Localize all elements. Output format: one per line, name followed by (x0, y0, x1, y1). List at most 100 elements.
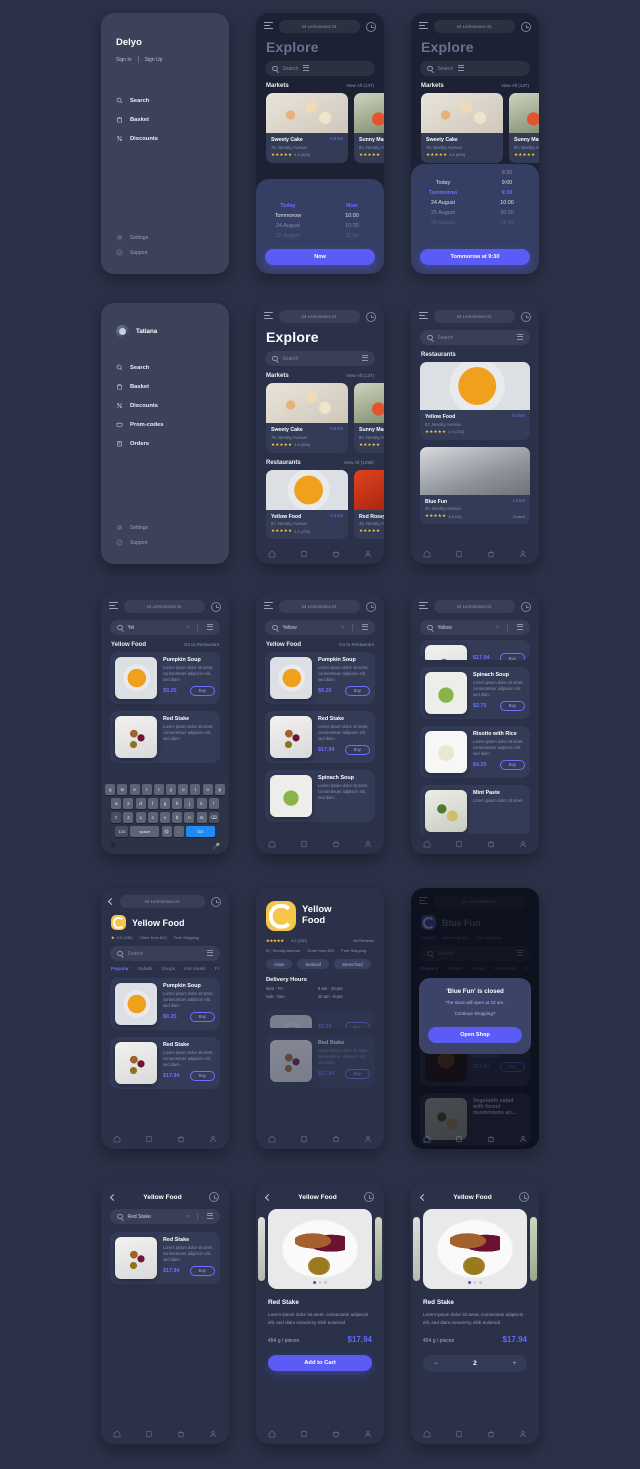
dish-row[interactable]: Red Stake Lorem ipsum dolor sit amet, co… (110, 711, 220, 763)
restaurant-card[interactable]: Yellow Food 0.4 km 57, Nevsky Avenue ★★★… (266, 469, 348, 539)
key-g[interactable]: g (160, 798, 170, 809)
profile-icon[interactable] (364, 550, 372, 558)
key-o[interactable]: o (202, 784, 213, 795)
view-all-link[interactable]: View All (137) (501, 83, 529, 88)
sign-up-link[interactable]: Sign Up (145, 57, 163, 63)
cuisine-chips[interactable]: Asian Seafood Street food (256, 953, 384, 969)
buy-button[interactable]: Buy (499, 700, 525, 711)
key-n[interactable]: n (184, 812, 195, 823)
drawer-item-support[interactable]: Support (116, 249, 148, 256)
filter-icon[interactable] (517, 624, 523, 631)
drawer-item-settings[interactable]: Settings (116, 234, 148, 241)
keyboard-row-1[interactable]: q w e r t y u i o p (104, 784, 226, 795)
basket-icon[interactable] (487, 840, 495, 848)
hamburger-icon[interactable] (419, 601, 428, 612)
key-go[interactable]: Go (185, 826, 215, 837)
hamburger-icon[interactable] (109, 601, 118, 612)
clock-icon[interactable] (521, 311, 531, 322)
quantity-stepper[interactable]: − 2 + (423, 1355, 527, 1373)
drawer-item-prom-codes[interactable]: Prom-codes (116, 421, 229, 428)
drawer-item-support[interactable]: Support (116, 539, 148, 546)
all-reviews-link[interactable]: All Reviews (353, 938, 374, 943)
key-a[interactable]: a (111, 798, 122, 809)
bottom-nav[interactable] (256, 834, 384, 854)
filter-icon[interactable] (207, 1213, 213, 1220)
add-to-cart-button[interactable]: Add to Cart (268, 1355, 372, 1372)
key-m[interactable]: m (196, 812, 207, 823)
picker-row[interactable]: 26 August 11:00 (411, 218, 539, 228)
search-input[interactable]: Red Stake × (110, 1209, 220, 1224)
mic-icon[interactable]: 🎤 (213, 843, 220, 850)
hamburger-icon[interactable] (419, 21, 428, 32)
dish-row[interactable]: Spinach Soup Lorem ipsum dolor sit amet,… (420, 667, 530, 719)
category-tabs[interactable]: Popular Salads Soups Hot meals Fi (101, 961, 229, 972)
orders-icon[interactable] (455, 550, 463, 558)
location-pill[interactable]: 44 Lermontova St. (279, 310, 360, 323)
restaurant-card[interactable]: Red Rossy 36, Nevsky Avenue ★★★★★ (354, 469, 384, 539)
picker-row[interactable]: Today 9:00 (411, 178, 539, 188)
basket-icon[interactable] (177, 1430, 185, 1438)
search-input[interactable]: Yellow × (265, 620, 375, 635)
buy-button[interactable]: Buy (344, 1022, 370, 1028)
open-shop-button[interactable]: Open Shop (428, 1026, 522, 1043)
key-s[interactable]: s (123, 798, 134, 809)
clock-icon[interactable] (366, 21, 376, 32)
emoji-icon[interactable]: ☺ (110, 843, 116, 850)
dot-active[interactable] (468, 1281, 471, 1284)
auth-links[interactable]: Sign In Sign Up (101, 48, 229, 63)
picker-row[interactable]: Tommorow 10:00 (256, 211, 384, 221)
hamburger-icon[interactable] (264, 21, 273, 32)
filter-icon[interactable] (362, 624, 368, 631)
back-icon[interactable] (419, 1193, 428, 1201)
profile-icon[interactable] (209, 1135, 217, 1143)
home-icon[interactable] (113, 1135, 121, 1143)
key-e[interactable]: e (129, 784, 140, 795)
key-f[interactable]: f (147, 798, 158, 809)
drawer-item-discounts[interactable]: Discounts (116, 135, 229, 142)
key-u[interactable]: u (178, 784, 189, 795)
backspace-icon[interactable]: ⌫ (208, 812, 219, 823)
drawer-item-search[interactable]: Search (116, 97, 229, 104)
gallery-prev-thumb[interactable] (413, 1217, 420, 1281)
profile-icon[interactable] (519, 550, 527, 558)
bottom-nav[interactable] (256, 544, 384, 564)
home-icon[interactable] (268, 1135, 276, 1143)
drawer-footer[interactable]: Settings Support (116, 524, 148, 554)
bottom-nav[interactable] (411, 544, 539, 564)
gallery-prev-thumb[interactable] (258, 1217, 265, 1281)
profile-icon[interactable] (209, 1430, 217, 1438)
picker-row-selected[interactable]: Today Now (256, 201, 384, 211)
back-icon[interactable] (109, 1193, 118, 1201)
profile-icon[interactable] (519, 1430, 527, 1438)
orders-icon[interactable] (145, 1430, 153, 1438)
clock-icon[interactable] (366, 311, 376, 322)
key-numbers[interactable]: 123 (115, 826, 129, 837)
key-v[interactable]: v (160, 812, 170, 823)
home-icon[interactable] (423, 1135, 431, 1143)
product-gallery[interactable] (258, 1209, 382, 1289)
tab-soups[interactable]: Soups (162, 967, 176, 972)
bottom-nav[interactable] (256, 1424, 384, 1444)
drawer-item-basket[interactable]: Basket (116, 383, 229, 390)
clock-icon[interactable] (519, 1192, 529, 1202)
back-icon[interactable] (264, 1193, 273, 1201)
restaurants-list[interactable]: Yellow Food 0.4 km 57, Nevsky Avenue ★★★… (256, 469, 384, 539)
clear-icon[interactable]: × (341, 625, 344, 631)
key-h[interactable]: h (172, 798, 183, 809)
key-w[interactable]: w (117, 784, 128, 795)
markets-list[interactable]: Sweety Cake 76, Nevsky Avenue ★★★★★ 4.6 … (411, 93, 539, 163)
restaurant-card[interactable]: Yellow Food 0.4 km 57, Nevsky Avenue ★★★… (420, 362, 530, 440)
buy-button[interactable]: Buy (189, 1011, 215, 1022)
basket-icon[interactable] (487, 1135, 495, 1143)
buy-button[interactable]: Buy (499, 653, 525, 660)
home-icon[interactable] (423, 550, 431, 558)
key-i[interactable]: i (190, 784, 201, 795)
schedule-picker[interactable]: 8:30 Today 9:00 Tommorow 9:30 24 August … (411, 164, 539, 274)
dish-row[interactable]: Risotto with Rice Lorem ipsum dolor sit … (420, 726, 530, 778)
clock-icon[interactable] (211, 601, 221, 612)
clock-icon[interactable] (521, 21, 531, 32)
buy-button[interactable]: Buy (344, 1068, 370, 1079)
tab-salads[interactable]: Salads (138, 967, 153, 972)
basket-icon[interactable] (487, 550, 495, 558)
bottom-nav[interactable] (411, 1129, 539, 1149)
